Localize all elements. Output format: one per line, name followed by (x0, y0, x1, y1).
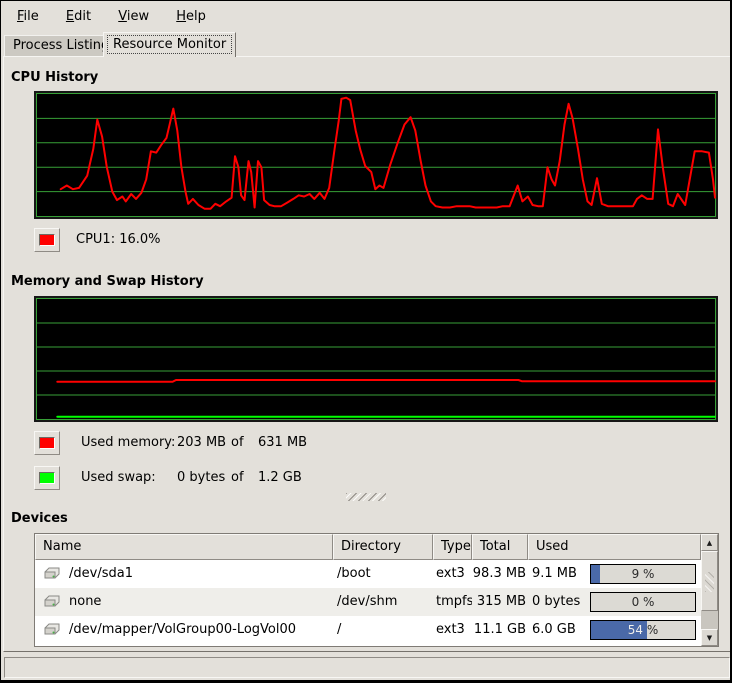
device-name: /dev/sda1 (69, 560, 133, 588)
device-directory: / (337, 616, 433, 644)
column-header-name[interactable]: Name (35, 534, 333, 560)
cpu-legend-label: CPU1: 16.0% (76, 228, 161, 252)
devices-table-header: Name Directory Type Total Used (35, 534, 701, 560)
menu-file[interactable]: File (8, 6, 48, 27)
down-arrow-icon: ▼ (707, 634, 712, 642)
pane-resize-handle[interactable] (346, 493, 386, 501)
disk-icon (43, 595, 61, 609)
memory-of-word: of (231, 431, 255, 455)
device-total: 315 MB (472, 588, 526, 616)
swap-of-word: of (231, 466, 255, 490)
used-percent-label: 9 % (591, 565, 695, 583)
cpu-history-chart (34, 91, 718, 219)
memory-legend-label: Used memory: (81, 431, 176, 455)
status-bar (4, 657, 730, 678)
menu-bar: File Edit View Help (2, 3, 729, 31)
memory-swap-plot (36, 298, 716, 420)
swap-color-button[interactable] (34, 466, 60, 490)
used-percent-label: 0 % (591, 593, 695, 611)
device-name: none (69, 588, 101, 616)
cpu-history-title: CPU History (11, 70, 98, 85)
devices-table-body: /dev/sda1 /boot ext3 98.3 MB 9.1 MB 9 % … (35, 560, 701, 644)
scroll-up-button[interactable]: ▲ (701, 534, 718, 551)
device-directory: /boot (337, 560, 433, 588)
used-progressbar: 0 % 0 % (590, 592, 696, 612)
cpu-color-swatch (39, 234, 55, 246)
devices-table: Name Directory Type Total Used /dev/sda1… (34, 533, 719, 647)
up-arrow-icon: ▲ (707, 539, 712, 547)
device-used: 6.0 GB (532, 616, 590, 644)
memory-history-title: Memory and Swap History (11, 274, 204, 289)
scroll-down-button[interactable]: ▼ (701, 629, 718, 646)
devices-title: Devices (11, 511, 68, 526)
cpu-color-button[interactable] (34, 228, 60, 252)
memory-swap-chart (34, 296, 718, 422)
column-header-directory[interactable]: Directory (333, 534, 433, 560)
device-type: ext3 (436, 560, 472, 588)
table-row[interactable]: none /dev/shm tmpfs 315 MB 0 bytes 0 % 0… (35, 588, 701, 616)
cpu-history-plot (36, 93, 716, 217)
memory-color-swatch (39, 437, 55, 449)
device-total: 98.3 MB (472, 560, 526, 588)
disk-icon (43, 567, 61, 581)
table-row[interactable]: /dev/sda1 /boot ext3 98.3 MB 9.1 MB 9 % … (35, 560, 701, 588)
column-header-used[interactable]: Used (528, 534, 701, 560)
swap-legend-label: Used swap: (81, 466, 176, 490)
swap-total-value: 1.2 GB (258, 466, 302, 490)
swap-color-swatch (39, 472, 55, 484)
menu-help[interactable]: Help (167, 6, 215, 27)
tab-resource-monitor[interactable]: Resource Monitor (103, 32, 236, 57)
memory-used-value: 203 MB (177, 431, 227, 455)
device-directory: /dev/shm (337, 588, 433, 616)
device-used: 0 bytes (532, 588, 590, 616)
device-type: tmpfs (436, 588, 472, 616)
scrollbar-thumb[interactable] (701, 551, 718, 611)
device-name: /dev/mapper/VolGroup00-LogVol00 (69, 616, 296, 644)
memory-color-button[interactable] (34, 431, 60, 455)
column-header-type[interactable]: Type (433, 534, 472, 560)
device-used: 9.1 MB (532, 560, 590, 588)
tab-process-listing[interactable]: Process Listing (4, 35, 118, 57)
column-header-total[interactable]: Total (472, 534, 528, 560)
disk-icon (43, 623, 61, 637)
device-type: ext3 (436, 616, 472, 644)
used-progressbar: 54 % 54 % (590, 620, 696, 640)
vertical-scrollbar[interactable]: ▲ ▼ (701, 534, 718, 646)
used-progressbar: 9 % 9 % (590, 564, 696, 584)
device-total: 11.1 GB (472, 616, 526, 644)
system-monitor-window: File Edit View Help Process Listing Reso… (0, 0, 732, 683)
swap-used-value: 0 bytes (177, 466, 227, 490)
tab-resource-monitor-label: Resource Monitor (108, 36, 231, 53)
menu-view[interactable]: View (109, 6, 158, 27)
table-row[interactable]: /dev/mapper/VolGroup00-LogVol00 / ext3 1… (35, 616, 701, 644)
menu-edit[interactable]: Edit (57, 6, 100, 27)
memory-total-value: 631 MB (258, 431, 307, 455)
